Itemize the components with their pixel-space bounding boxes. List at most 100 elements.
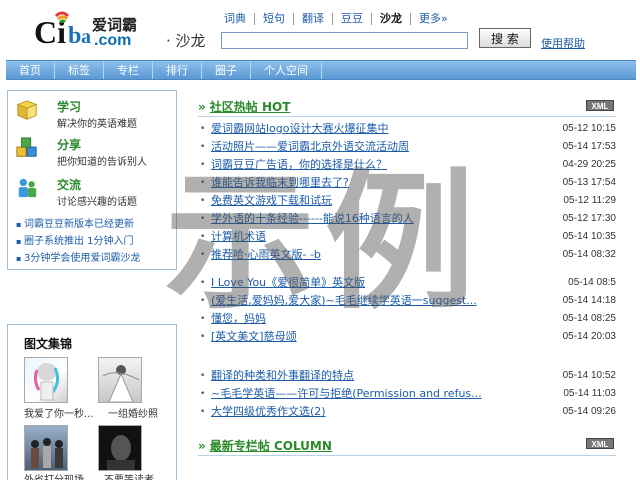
hot-section-title[interactable]: 社区热帖 HOT [210,100,291,114]
column-section-divider [198,455,616,456]
bullet-icon: • [200,124,206,134]
mainnav-tags[interactable]: 标签 [55,61,104,79]
search-button[interactable]: 搜 索 [479,28,531,48]
girl-illustration-icon [33,363,60,401]
bullet-icon: • [200,250,206,260]
gallery-thumb[interactable] [98,425,142,471]
mainnav-personal-space[interactable]: 个人空间 [251,61,322,79]
hot-post-date: 05-14 10:35 [562,231,616,242]
news-item[interactable]: 圈子系统推出 1分钟入门 [16,233,140,250]
hot-post-row: • 活动照片——爱词霸北京外语交流活动周 05-14 17:53 [198,138,618,156]
hot-post-title-link[interactable]: 免费英文游戏下载和试玩 [211,192,332,210]
search-input[interactable] [221,32,468,49]
hot-post-row: • (爱生活,爱妈妈,爱大家)~毛毛继续学英语一suggest... 05-14 1… [198,292,618,310]
gallery-caption[interactable]: 一组婚纱照 [108,405,158,420]
hot-post-row: • 免费英文游戏下载和试玩 05-12 11:29 [198,192,618,210]
topnav-item-doudou[interactable]: 豆豆 [332,13,371,25]
gallery-panel: 图文集锦 我爱了你一秒... 一组婚纱照 外省打分现场 不要等读者 [7,324,177,480]
cubes-icon [16,137,37,157]
hot-post-row: • 翻译的种类和外事翻译的特点 05-14 10:52 [198,367,618,385]
gallery-caption[interactable]: 不要等读者 [104,471,154,480]
feature-share[interactable]: 分享 把你知道的告诉别人 [14,135,174,169]
logo-subtitle: · 沙龙 [166,32,206,50]
hot-post-row: • 大学四级优秀作文选(2) 05-14 09:26 [198,403,618,421]
feature-share-desc: 把你知道的告诉别人 [57,157,147,168]
bullet-icon: • [200,196,206,206]
svg-text:Ci: Ci [34,14,66,48]
hot-post-title-link[interactable]: 爱词霸网站logo设计大赛火爆征集中 [211,120,389,138]
svg-text:a: a [81,26,91,48]
feature-learn[interactable]: 学习 解决你的英语难题 [14,97,174,131]
gallery-caption[interactable]: 我爱了你一秒... [24,405,94,420]
help-link[interactable]: 使用帮助 [541,35,585,51]
topnav-item-dictionary[interactable]: 词典 [222,13,254,25]
gallery-thumb[interactable] [24,357,68,403]
hot-post-title-link[interactable]: (爱生活,爱妈妈,爱大家)~毛毛继续学英语一suggest... [211,292,477,310]
column-section-header: » 最新专栏帖 COLUMN [198,437,332,454]
hot-section-divider [198,116,616,117]
hot-list-group-1: • 爱词霸网站logo设计大赛火爆征集中 05-12 10:15 • 活动照片——爱词霸… [198,120,618,264]
hot-post-title-link[interactable]: 推荐哈·心雨英文版- -b [211,246,321,264]
hot-post-title-link[interactable]: 词霸豆豆广告语，你的选择是什么？ [211,156,387,174]
mainnav-circles[interactable]: 圈子 [202,61,251,79]
hot-post-date: 05-14 09:26 [562,406,616,417]
hot-post-row: • 计算机术语 05-14 10:35 [198,228,618,246]
hot-post-title-link[interactable]: ~毛毛学英语——许可与拒绝(Permission and refus... [211,385,482,403]
bullet-icon: • [200,371,206,381]
bullet-icon: • [200,314,206,324]
gallery-thumb[interactable] [24,425,68,471]
hot-post-title-link[interactable]: 学外语的十条经验------能说16种语言的人 [211,210,414,228]
hot-xml-badge[interactable]: XML [586,100,614,111]
hot-post-row: • I Love You《爱很简单》英文版 05-14 08:5 [198,274,618,292]
hot-post-date: 05-12 17:30 [562,213,616,224]
mainnav-ranking[interactable]: 排行 [153,61,202,79]
double-arrow-icon: » [198,100,206,114]
hot-post-title-link[interactable]: 翻译的种类和外事翻译的特点 [211,367,354,385]
gallery-thumb[interactable] [98,357,142,403]
bullet-icon: • [200,389,206,399]
hot-post-row: • 学外语的十条经验------能说16种语言的人 05-12 17:30 [198,210,618,228]
hot-post-title-link[interactable]: 谁能告诉我临末到哪里去了? [211,174,349,192]
news-item[interactable]: 3分钟学会使用爱词霸沙龙 [16,250,140,267]
feature-discuss[interactable]: 交流 讨论感兴趣的话题 [14,175,174,209]
topnav-item-more[interactable]: 更多» [410,13,456,25]
features-panel: 学习 解决你的英语难题 分享 把你知道的告诉别人 交流 讨论感兴趣的话题 词霸豆… [7,90,177,270]
hot-post-date: 05-12 10:15 [562,123,616,134]
news-list: 词霸豆豆新版本已经更新 圈子系统推出 1分钟入门 3分钟学会使用爱词霸沙龙 [16,216,140,267]
topnav-item-sentences[interactable]: 短句 [254,13,293,25]
bullet-icon: • [200,332,206,342]
topnav-item-salon[interactable]: 沙龙 [371,13,410,25]
hot-post-date: 05-14 20:03 [562,331,616,342]
hot-post-row: • [英文美文]慈母颂 05-14 20:03 [198,328,618,346]
site-logo[interactable]: Ci b a 爱词霸 .com · 沙龙 [34,10,214,50]
wedding-photo-icon [102,365,140,402]
hot-post-title-link[interactable]: 大学四级优秀作文选(2) [211,403,326,421]
dark-portrait-icon [107,435,135,470]
hot-post-row: • 词霸豆豆广告语，你的选择是什么？ 04-29 20:25 [198,156,618,174]
topnav-item-translate[interactable]: 翻译 [293,13,332,25]
hot-list-group-3: • 翻译的种类和外事翻译的特点 05-14 10:52 • ~毛毛学英语——许可与拒绝(… [198,367,618,421]
bullet-icon: • [200,296,206,306]
news-item[interactable]: 词霸豆豆新版本已经更新 [16,216,140,233]
mainnav-home[interactable]: 首页 [6,61,55,79]
double-arrow-icon: » [198,439,206,453]
bullet-icon: • [200,407,206,417]
hot-post-title-link[interactable]: 计算机术语 [211,228,266,246]
group-photo-icon [31,438,63,468]
mainnav-columns[interactable]: 专栏 [104,61,153,79]
feature-learn-title: 学习 [57,100,82,114]
hot-post-title-link[interactable]: 懂您，妈妈 [211,310,266,328]
column-xml-badge[interactable]: XML [586,438,614,449]
svg-text:b: b [68,23,81,48]
column-section-title[interactable]: 最新专栏帖 COLUMN [210,439,332,453]
hot-post-date: 05-14 10:52 [562,370,616,381]
hot-post-title-link[interactable]: 活动照片——爱词霸北京外语交流活动周 [211,138,409,156]
feature-learn-desc: 解决你的英语难题 [57,119,137,130]
feature-discuss-desc: 讨论感兴趣的话题 [57,197,137,208]
hot-post-title-link[interactable]: [英文美文]慈母颂 [211,328,297,346]
hot-post-date: 05-14 11:03 [563,388,616,399]
bullet-icon: • [200,160,206,170]
gallery-caption[interactable]: 外省打分现场 [24,471,84,480]
hot-post-title-link[interactable]: I Love You《爱很简单》英文版 [211,274,365,292]
hot-post-row: • 爱词霸网站logo设计大赛火爆征集中 05-12 10:15 [198,120,618,138]
